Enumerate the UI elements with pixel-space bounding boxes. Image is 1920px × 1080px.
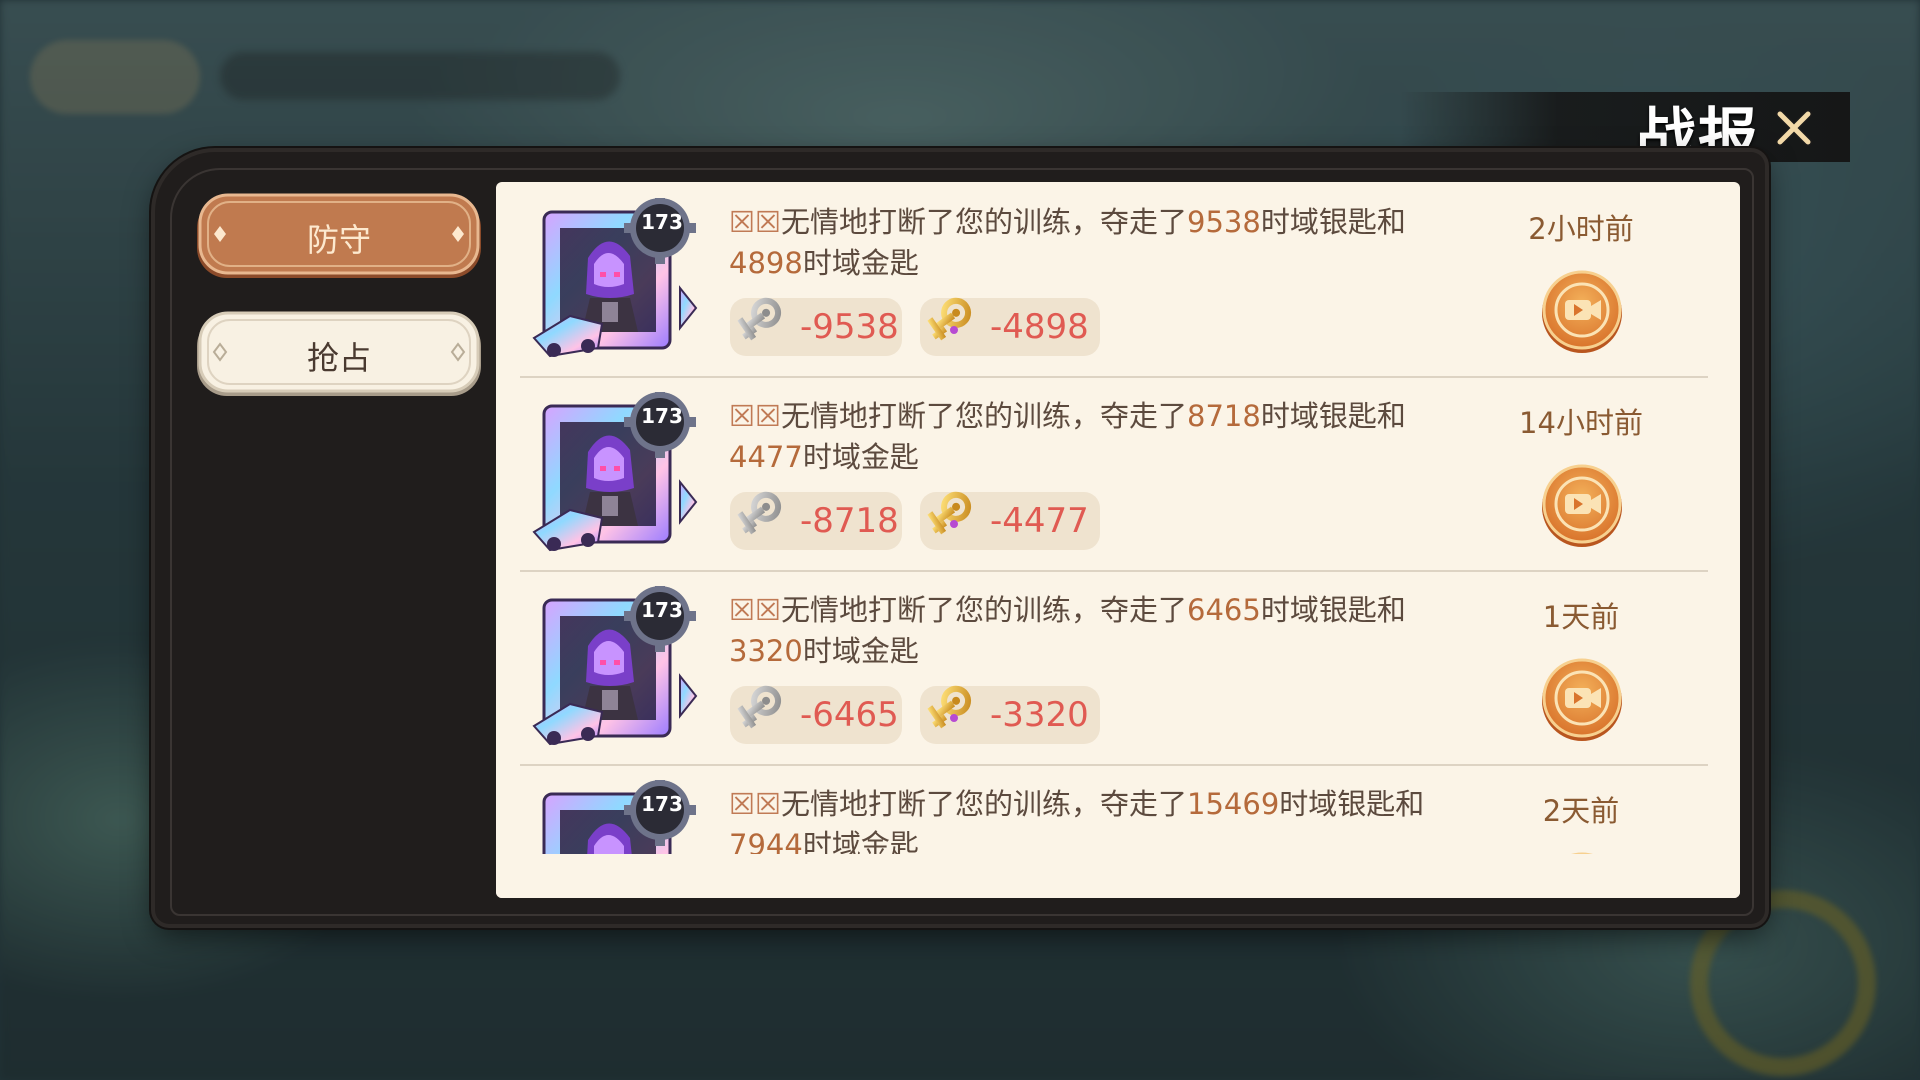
message-text: 无情地打断了您的训练，夺走了 <box>781 593 1188 627</box>
silver-amount: 15469 <box>1187 787 1280 821</box>
message-text: 时域金匙 <box>802 634 919 668</box>
message-text: 时域金匙 <box>802 440 919 474</box>
list-clip-mask <box>496 854 1740 898</box>
tab-occupy-label: 抢占 <box>306 339 371 377</box>
report-row: 173 ☒☒无情地打断了您的训练，夺走了6465时域银匙和 3320时域金匙 -6… <box>520 570 1708 766</box>
gold-loss-pill: -3320 <box>920 686 1100 744</box>
silver-key-icon <box>734 684 796 746</box>
tab-defend-label: 防守 <box>306 221 371 259</box>
gold-key-icon <box>924 684 986 746</box>
message-text: 时域银匙和 <box>1260 399 1406 433</box>
silver-key-icon <box>734 490 796 552</box>
report-list[interactable]: 173 ☒☒无情地打断了您的训练，夺走了9538时域银匙和 4898时域金匙 -9… <box>496 182 1740 898</box>
gold-key-icon <box>924 296 986 358</box>
report-row: 173 ☒☒无情地打断了您的训练，夺走了8718时域银匙和 4477时域金匙 -8… <box>520 376 1708 572</box>
silver-loss-pill: -9538 <box>730 298 902 356</box>
report-message: ☒☒无情地打断了您的训练，夺走了6465时域银匙和 3320时域金匙 <box>729 590 1449 672</box>
message-text: 无情地打断了您的训练，夺走了 <box>781 787 1188 821</box>
level-badge: 173 <box>641 792 683 816</box>
gold-loss-value: -3320 <box>990 695 1089 735</box>
silver-loss-value: -9538 <box>800 307 899 347</box>
silver-amount: 8718 <box>1187 399 1261 433</box>
message-text: 无情地打断了您的训练，夺走了 <box>781 205 1188 239</box>
silver-amount: 9538 <box>1187 205 1261 239</box>
gold-amount: 3320 <box>729 634 803 668</box>
message-text: 时域银匙和 <box>1279 787 1425 821</box>
silver-amount: 6465 <box>1187 593 1261 627</box>
report-row: 173 ☒☒无情地打断了您的训练，夺走了9538时域银匙和 4898时域金匙 -9… <box>520 182 1708 378</box>
video-replay-icon[interactable] <box>1539 268 1625 354</box>
report-time: 2小时前 <box>1528 212 1634 246</box>
gold-loss-pill: -4898 <box>920 298 1100 356</box>
gold-loss-value: -4898 <box>990 307 1089 347</box>
silver-loss-pill: -6465 <box>730 686 902 744</box>
level-badge: 173 <box>641 598 683 622</box>
message-text: 无情地打断了您的训练，夺走了 <box>781 399 1188 433</box>
message-text: 时域银匙和 <box>1260 593 1406 627</box>
tab-defend[interactable]: 防守 <box>194 193 484 283</box>
silver-key-icon <box>734 296 796 358</box>
silver-loss-value: -8718 <box>800 501 899 541</box>
report-time: 14小时前 <box>1519 406 1643 440</box>
attacker-name: ☒☒ <box>729 787 781 821</box>
gold-amount: 4898 <box>729 246 803 280</box>
attacker-name: ☒☒ <box>729 205 781 239</box>
message-text: 时域金匙 <box>802 246 919 280</box>
video-replay-icon[interactable] <box>1539 462 1625 548</box>
video-replay-icon[interactable] <box>1539 656 1625 742</box>
gold-amount: 4477 <box>729 440 803 474</box>
level-badge: 173 <box>641 404 683 428</box>
report-message: ☒☒无情地打断了您的训练，夺走了9538时域银匙和 4898时域金匙 <box>729 202 1449 284</box>
level-badge: 173 <box>641 210 683 234</box>
gold-key-icon <box>924 490 986 552</box>
report-time: 2天前 <box>1542 794 1620 828</box>
close-icon[interactable] <box>1772 106 1816 150</box>
silver-loss-pill: -8718 <box>730 492 902 550</box>
report-time: 1天前 <box>1542 600 1620 634</box>
gold-loss-value: -4477 <box>990 501 1089 541</box>
silver-loss-value: -6465 <box>800 695 899 735</box>
message-text: 时域银匙和 <box>1260 205 1406 239</box>
tab-occupy[interactable]: 抢占 <box>194 311 484 401</box>
report-message: ☒☒无情地打断了您的训练，夺走了8718时域银匙和 4477时域金匙 <box>729 396 1449 478</box>
attacker-name: ☒☒ <box>729 593 781 627</box>
gold-loss-pill: -4477 <box>920 492 1100 550</box>
attacker-name: ☒☒ <box>729 399 781 433</box>
